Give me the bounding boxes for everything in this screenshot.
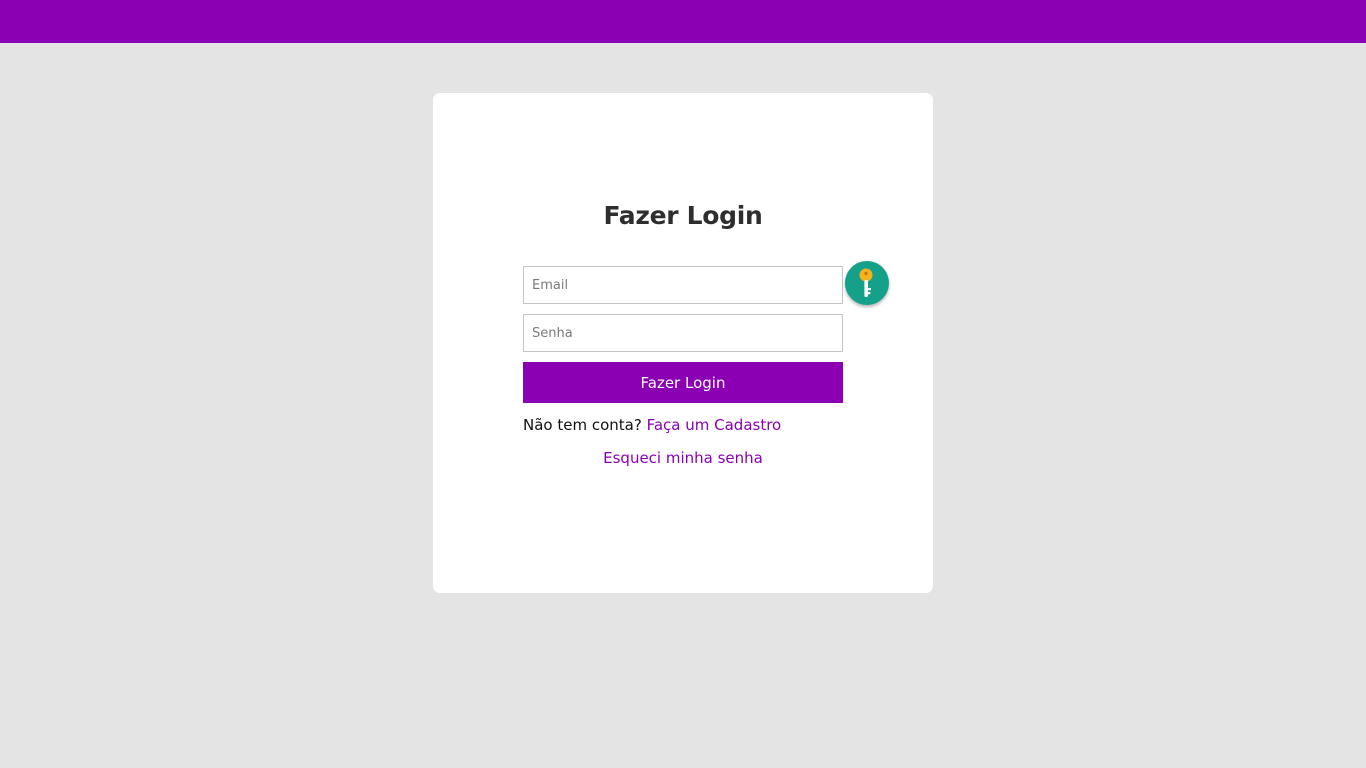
signup-link[interactable]: Faça um Cadastro [647,416,782,434]
page-title: Fazer Login [603,201,763,230]
signup-prompt-line: Não tem conta? Faça um Cadastro [523,414,781,436]
signup-prompt-text: Não tem conta? [523,416,642,434]
email-input[interactable] [523,266,843,304]
forgot-password-link[interactable]: Esqueci minha senha [603,449,763,467]
password-manager-button[interactable] [845,261,889,305]
forgot-password-row: Esqueci minha senha [433,447,933,469]
login-button[interactable]: Fazer Login [523,362,843,403]
key-icon [859,268,873,297]
password-input[interactable] [523,314,843,352]
top-bar [0,0,1366,43]
login-card: Fazer Login Fazer Login Não tem conta? F… [433,93,933,593]
